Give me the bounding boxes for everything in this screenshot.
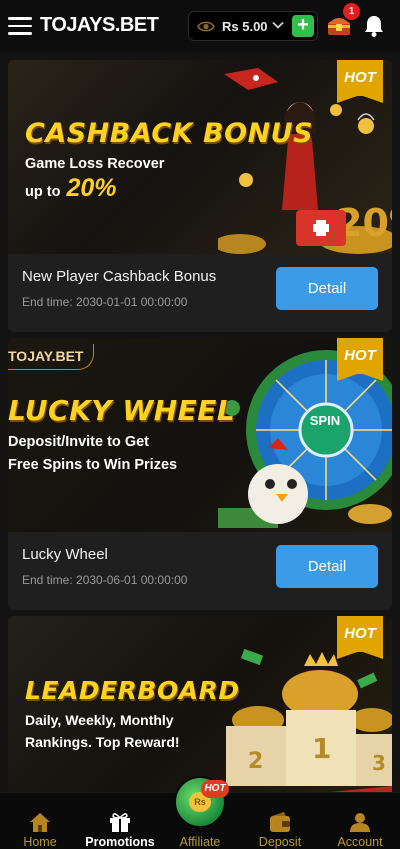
account-icon: [350, 813, 370, 832]
banner-upto-text: up to: [25, 184, 61, 200]
banner-subtitle-line1: Game Loss Recover: [25, 156, 165, 172]
wallet-icon: [270, 812, 290, 832]
gift-icon: [110, 813, 130, 832]
balance-amount: Rs 5.00: [222, 19, 268, 34]
nav-label: Promotions: [85, 835, 155, 849]
bell-icon[interactable]: [363, 14, 385, 38]
promo-end-time: End time: 2030-06-01 00:00:00: [22, 573, 188, 587]
banner-subtitle-line2: up to 20%: [25, 176, 116, 202]
hot-ribbon: HOT: [337, 60, 383, 104]
nav-label: Account: [337, 835, 383, 849]
site-logo[interactable]: TOJAYS.BET: [40, 14, 159, 37]
affiliate-hot-badge: HOT: [201, 780, 229, 798]
banner-subtitle-line2: Rankings. Top Reward!: [25, 734, 180, 750]
podium-3: 3: [372, 751, 386, 775]
notification-count-badge: 1: [343, 3, 360, 20]
promo-title: Lucky Wheel: [22, 546, 108, 563]
banner-title: LEADERBOARD: [25, 676, 240, 705]
detail-button[interactable]: Detail: [276, 267, 378, 310]
home-icon: [30, 813, 50, 832]
promo-card-lucky-wheel[interactable]: TOJAY.BET SPIN LUCKY WHEEL Deposit/Invit…: [8, 338, 392, 610]
promo-card-leaderboard[interactable]: 2 1 3 LEADERBOARD Daily, Weekly, Monthly…: [8, 616, 392, 792]
balance-selector[interactable]: Rs 5.00 +: [188, 11, 318, 41]
podium-2: 2: [248, 749, 263, 774]
spin-label: SPIN: [309, 413, 341, 428]
banner-subtitle-line1: Daily, Weekly, Monthly: [25, 712, 174, 728]
deposit-plus-button[interactable]: +: [292, 15, 314, 37]
hot-label: HOT: [344, 625, 376, 642]
hot-ribbon: HOT: [337, 616, 383, 660]
hot-label: HOT: [344, 347, 376, 364]
nav-home[interactable]: Home: [0, 793, 80, 849]
promo-info: New Player Cashback Bonus End time: 2030…: [8, 254, 392, 332]
detail-button[interactable]: Detail: [276, 545, 378, 588]
leaderboard-illustration: 2 1 3: [226, 648, 392, 792]
nav-label: Home: [23, 835, 57, 849]
menu-icon[interactable]: [8, 17, 32, 35]
banner-subtitle-line2: Free Spins to Win Prizes: [8, 457, 178, 473]
cashback-banner[interactable]: 20% CASHBACK BONUS Game Loss Recover up …: [8, 60, 392, 254]
banner-percent: 20%: [66, 174, 117, 202]
lucky-wheel-banner[interactable]: TOJAY.BET SPIN LUCKY WHEEL Deposit/Invit…: [8, 338, 392, 532]
nav-promotions[interactable]: Promotions: [80, 793, 160, 849]
promo-card-cashback[interactable]: 20% CASHBACK BONUS Game Loss Recover up …: [8, 60, 392, 332]
hot-ribbon: HOT: [337, 338, 383, 382]
leaderboard-banner[interactable]: 2 1 3 LEADERBOARD Daily, Weekly, Monthly…: [8, 616, 392, 792]
nav-deposit[interactable]: Deposit: [240, 793, 320, 849]
nav-account[interactable]: Account: [320, 793, 400, 849]
chevron-down-icon[interactable]: [271, 18, 285, 32]
promo-end-time: End time: 2030-01-01 00:00:00: [22, 295, 188, 309]
banner-title: LUCKY WHEEL: [8, 394, 236, 427]
banner-title: CASHBACK BONUS: [25, 118, 314, 149]
brand-tag: TOJAY.BET: [8, 344, 95, 370]
nav-label: Deposit: [258, 835, 302, 849]
promo-info: Lucky Wheel End time: 2030-06-01 00:00:0…: [8, 532, 392, 610]
banner-subtitle-line1: Deposit/Invite to Get: [8, 434, 149, 450]
nav-label: Affiliate: [179, 835, 221, 849]
podium-1: 1: [312, 732, 331, 765]
eye-icon[interactable]: [197, 20, 215, 33]
top-header: TOJAYS.BET Rs 5.00 + 1: [0, 0, 400, 52]
promo-title: New Player Cashback Bonus: [22, 268, 217, 285]
hot-label: HOT: [344, 69, 376, 86]
